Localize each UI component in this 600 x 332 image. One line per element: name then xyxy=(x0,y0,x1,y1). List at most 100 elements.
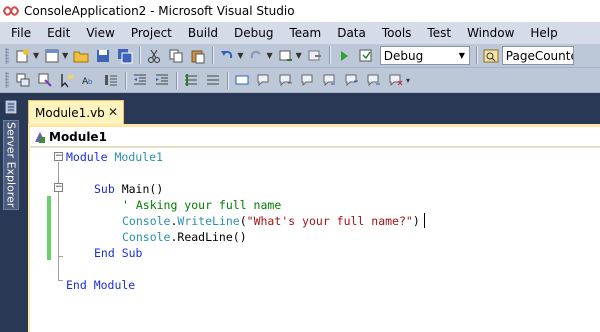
module-icon xyxy=(35,131,45,143)
find-combo-value: PageCounte xyxy=(505,48,573,63)
string-literal: "What's your full name?" xyxy=(246,214,413,228)
menu-edit[interactable]: Edit xyxy=(39,23,78,43)
navigate-backward-icon[interactable] xyxy=(276,46,296,66)
text-editor-toolbar: Ab ▾ xyxy=(0,68,600,93)
navigation-bar[interactable]: Module1 xyxy=(30,127,600,147)
attach-icon[interactable] xyxy=(356,46,376,66)
keyword: Sub xyxy=(94,182,115,196)
server-explorer-tab[interactable]: Server Explorer xyxy=(3,120,19,210)
toolbar-separator xyxy=(227,71,228,89)
chevron-down-icon[interactable]: ▼ xyxy=(454,47,469,64)
prev-bookmark-doc-icon[interactable] xyxy=(342,70,362,90)
paste-icon[interactable] xyxy=(188,46,208,66)
code-editor[interactable] xyxy=(30,148,600,332)
chevron-down-icon[interactable]: ▼ xyxy=(62,51,68,60)
tab-module1-vb[interactable]: Module1.vb ✕ xyxy=(28,100,124,124)
menu-view[interactable]: View xyxy=(78,23,122,43)
toolbar-separator xyxy=(212,47,214,64)
menu-help[interactable]: Help xyxy=(522,23,565,43)
collapse-module-icon[interactable]: − xyxy=(54,152,63,161)
type-name: Console xyxy=(122,230,171,244)
solution-configuration-value: Debug xyxy=(383,48,424,63)
server-explorer-label: Server Explorer xyxy=(4,122,18,208)
code-line-2[interactable]: Sub Main() xyxy=(94,181,163,197)
new-project-icon[interactable] xyxy=(13,46,33,66)
save-all-icon[interactable] xyxy=(115,46,135,66)
toolbar-options-icon[interactable]: ▾ xyxy=(406,76,410,85)
outline-line xyxy=(58,256,63,257)
menu-file[interactable]: File xyxy=(3,23,39,43)
start-debug-icon[interactable] xyxy=(334,46,354,66)
decrease-indent-icon[interactable] xyxy=(130,70,150,90)
copy-icon[interactable] xyxy=(166,46,186,66)
menu-bar: File Edit View Project Build Debug Team … xyxy=(0,22,600,44)
editor-margin xyxy=(30,148,47,332)
menu-window[interactable]: Window xyxy=(459,23,522,43)
title-bar: ConsoleApplication2 - Microsoft Visual S… xyxy=(0,0,600,22)
type-name: Console xyxy=(122,214,171,228)
navigate-forward-icon[interactable] xyxy=(305,46,325,66)
chevron-down-icon[interactable]: ▼ xyxy=(296,51,302,60)
keyword: Module xyxy=(66,150,108,164)
menu-debug[interactable]: Debug xyxy=(226,23,281,43)
open-icon[interactable] xyxy=(71,46,91,66)
comment-lines-icon[interactable] xyxy=(181,70,201,90)
code-line-1[interactable]: Module Module1 xyxy=(66,149,163,165)
standard-toolbar: ▼ ▼ ▼ ▼ ▼ Debug ▼ PageCounte xyxy=(0,44,600,68)
punctuation: ) xyxy=(412,214,420,228)
chevron-down-icon[interactable]: ▼ xyxy=(33,51,39,60)
cut-icon[interactable] xyxy=(144,46,164,66)
toolbar-separator xyxy=(328,47,330,64)
save-icon[interactable] xyxy=(93,46,113,66)
keyword: End Sub xyxy=(94,246,143,260)
punctuation: ( xyxy=(239,214,247,228)
redo-icon[interactable] xyxy=(246,46,266,66)
document-tab-strip: Module1.vb ✕ xyxy=(22,94,600,124)
toolbar-grip[interactable] xyxy=(5,47,9,64)
uncomment-lines-icon[interactable] xyxy=(203,70,223,90)
close-icon[interactable]: ✕ xyxy=(108,105,118,119)
parameter-info-icon[interactable] xyxy=(101,70,121,90)
svg-text:b: b xyxy=(88,78,93,86)
increase-indent-icon[interactable] xyxy=(152,70,172,90)
menu-team[interactable]: Team xyxy=(281,23,329,43)
collapse-sub-icon[interactable]: − xyxy=(54,183,63,192)
menu-data[interactable]: Data xyxy=(329,23,374,43)
member-list-icon[interactable] xyxy=(35,70,55,90)
next-bookmark-folder-icon[interactable] xyxy=(320,70,340,90)
code-line-5[interactable]: Console.ReadLine() xyxy=(122,229,247,245)
clear-bookmarks-icon[interactable] xyxy=(386,70,406,90)
chevron-down-icon[interactable]: ▼ xyxy=(266,51,272,60)
next-bookmark-icon[interactable] xyxy=(276,70,296,90)
word-completion-icon[interactable]: Ab xyxy=(79,70,99,90)
method-signature: Main() xyxy=(114,182,164,196)
menu-tools[interactable]: Tools xyxy=(374,23,420,43)
undo-icon[interactable] xyxy=(217,46,237,66)
prev-bookmark-folder-icon[interactable] xyxy=(298,70,318,90)
code-line-4[interactable]: Console.WriteLine("What's your full name… xyxy=(122,213,420,229)
menu-project[interactable]: Project xyxy=(123,23,180,43)
outline-line xyxy=(58,280,63,281)
prev-bookmark-icon[interactable] xyxy=(254,70,274,90)
toolbar-separator xyxy=(475,47,477,64)
quick-info-icon[interactable] xyxy=(57,70,77,90)
find-icon[interactable] xyxy=(481,46,501,66)
toolbar-grip[interactable] xyxy=(5,72,9,88)
add-item-icon[interactable] xyxy=(42,46,62,66)
toolbar-separator xyxy=(139,47,141,64)
text-caret xyxy=(424,213,425,228)
find-combo-input[interactable]: PageCounte xyxy=(501,46,574,65)
menu-build[interactable]: Build xyxy=(180,23,226,43)
solution-configuration-dropdown[interactable]: Debug ▼ xyxy=(379,46,470,65)
code-line-7[interactable]: End Module xyxy=(66,277,135,293)
toggle-bookmark-icon[interactable] xyxy=(232,70,252,90)
code-line-6[interactable]: End Sub xyxy=(94,245,142,261)
menu-test[interactable]: Test xyxy=(419,23,459,43)
code-line-3[interactable]: ' Asking your full name xyxy=(122,197,281,213)
toolbar-separator xyxy=(125,71,126,89)
module-name: Module1 xyxy=(107,150,163,164)
server-explorer-icon[interactable] xyxy=(4,100,18,114)
chevron-down-icon[interactable]: ▼ xyxy=(237,51,243,60)
object-browser-icon[interactable] xyxy=(13,70,33,90)
next-bookmark-doc-icon[interactable] xyxy=(364,70,384,90)
